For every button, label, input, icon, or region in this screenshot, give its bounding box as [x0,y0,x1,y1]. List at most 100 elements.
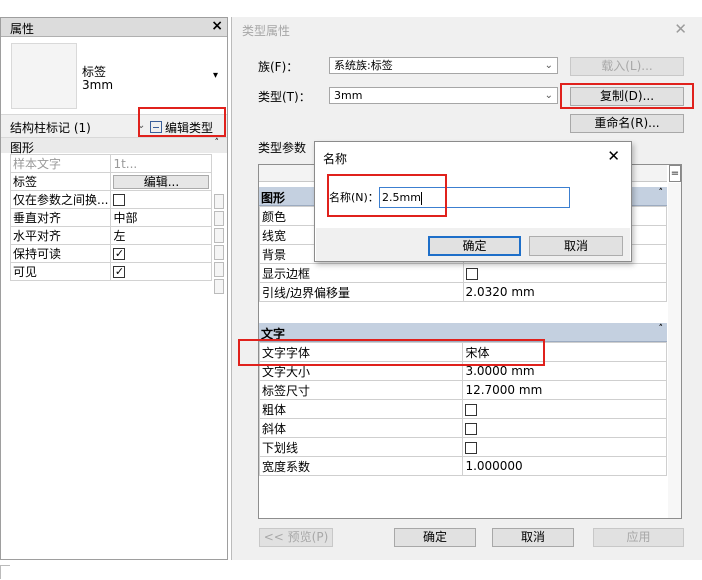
param-name: 标签尺寸 [258,380,464,400]
row-handle[interactable] [214,228,224,243]
edit-type-highlight [138,107,226,137]
filter-icon[interactable]: = [669,165,681,182]
param-name: 粗体 [258,399,464,419]
table-row: 水平对齐 左 [9,226,213,245]
cancel-button[interactable]: 取消 [492,528,574,547]
family-label: 族(F)： [258,60,299,74]
italic-checkbox[interactable] [465,422,478,435]
param-value [462,263,668,283]
property-name: 标签 [9,172,112,191]
ok-button[interactable]: 确定 [394,528,476,547]
table-row: 标签尺寸 12.7000 mm [258,380,667,400]
type-selector-type[interactable]: 3mm [82,78,113,92]
param-name: 引线/边界偏移量 [259,282,464,302]
param-name: 显示边框 [259,263,464,283]
underline-checkbox[interactable] [465,441,478,454]
property-value[interactable]: 左 [110,226,213,245]
chevron-down-icon: ⌄ [544,90,553,101]
table-row: 显示边框 [259,263,668,283]
text-size-highlight [238,339,545,366]
grid-scrollbar[interactable] [668,183,681,518]
chevron-down-icon: ⌄ [544,60,553,71]
table-row: 下划线 [258,437,667,457]
name-input-highlight [327,174,447,217]
table-row: 可见 ✓ [9,262,213,281]
property-value: ✓ [110,244,213,263]
property-name: 样本文字 [9,154,112,173]
property-name: 水平对齐 [9,226,112,245]
param-name: 下划线 [258,437,464,457]
row-handle[interactable] [214,211,224,226]
family-dropdown[interactable]: 系统族:标签 ⌄ [329,57,558,74]
param-name: 斜体 [258,418,464,438]
load-button[interactable]: 载入(L)... [570,57,684,76]
type-properties-dialog: 类型属性 ✕ 族(F)： 系统族:标签 ⌄ 载入(L)... 类型(T)： 3m… [231,17,702,560]
close-icon[interactable]: × [211,18,223,34]
close-icon[interactable]: ✕ [674,20,687,38]
properties-title-bar: 属性 × [1,18,227,37]
table-row: 引线/边界偏移量 2.0320 mm [259,282,668,302]
param-value [462,437,667,457]
property-value [110,190,213,209]
window-corner [0,565,10,579]
table-row: 仅在参数之间换... [9,190,213,209]
property-value: ✓ [110,262,213,281]
param-value[interactable]: 12.7000 mm [462,380,667,400]
type-value: 3mm [334,89,363,102]
row-handle[interactable] [214,194,224,209]
param-value [462,418,667,438]
dialog-title: 名称 [323,152,348,166]
section-title: 图形 [261,191,286,205]
family-value: 系统族:标签 [334,59,393,72]
param-value[interactable]: 2.0320 mm [462,282,668,302]
param-value [462,399,667,419]
type-label: 类型(T)： [258,90,311,104]
close-icon[interactable]: ✕ [607,147,620,165]
property-name: 可见 [9,262,112,281]
type-selector-dropdown-icon[interactable]: ▾ [213,70,218,81]
table-row: 垂直对齐 中部 [9,208,213,227]
property-value: 编辑... [110,172,213,191]
keep-readable-checkbox[interactable]: ✓ [113,248,126,260]
property-name: 仅在参数之间换... [9,190,112,209]
instance-properties-table: 样本文字 1t... 标签 编辑... 仅在参数之间换... 垂直对齐 中部 水… [9,154,213,281]
properties-panel: 属性 × 标签 3mm ▾ 结构柱标记 (1) ⌄ 编辑类型 图形 ˄ 样本文字… [0,17,228,560]
ok-button[interactable]: 确定 [428,236,521,256]
collapse-icon[interactable]: ˄ [659,188,664,198]
row-handle[interactable] [214,262,224,277]
type-preview-image [11,43,77,109]
type-dropdown[interactable]: 3mm ⌄ [329,87,558,104]
wrap-between-params-checkbox[interactable] [113,194,126,206]
property-value[interactable]: 中部 [110,208,213,227]
table-row: 标签 编辑... [9,172,213,191]
instance-filter[interactable]: 结构柱标记 (1) [10,119,91,136]
table-row: 粗体 [258,399,667,419]
collapse-icon[interactable]: ˄ [659,324,664,334]
show-border-checkbox[interactable] [465,267,478,280]
dialog-title: 类型属性 [242,24,291,38]
group-header-graphics[interactable]: 图形 ˄ [1,138,227,155]
property-name: 保持可读 [9,244,112,263]
cancel-button[interactable]: 取消 [529,236,623,256]
visible-checkbox[interactable]: ✓ [113,266,126,278]
row-handle[interactable] [214,245,224,260]
bold-checkbox[interactable] [465,403,478,416]
collapse-icon[interactable]: ˄ [215,138,220,148]
duplicate-highlight [560,83,694,109]
table-row: 样本文字 1t... [9,154,213,173]
row-handle[interactable] [214,279,224,294]
table-row: 宽度系数 1.000000 [258,456,667,476]
row-side-handles [214,194,224,302]
property-name: 垂直对齐 [9,208,112,227]
properties-title: 属性 [10,22,35,36]
param-value[interactable]: 1.000000 [462,456,667,476]
table-row: 保持可读 ✓ [9,244,213,263]
table-row: 斜体 [258,418,667,438]
param-name: 宽度系数 [258,456,464,476]
type-params-label: 类型参数 [258,141,307,155]
rename-button[interactable]: 重命名(R)... [570,114,684,133]
property-value: 1t... [110,154,213,173]
apply-button[interactable]: 应用 [593,528,684,547]
preview-button[interactable]: << 预览(P) [259,528,333,547]
label-edit-button[interactable]: 编辑... [113,174,210,189]
